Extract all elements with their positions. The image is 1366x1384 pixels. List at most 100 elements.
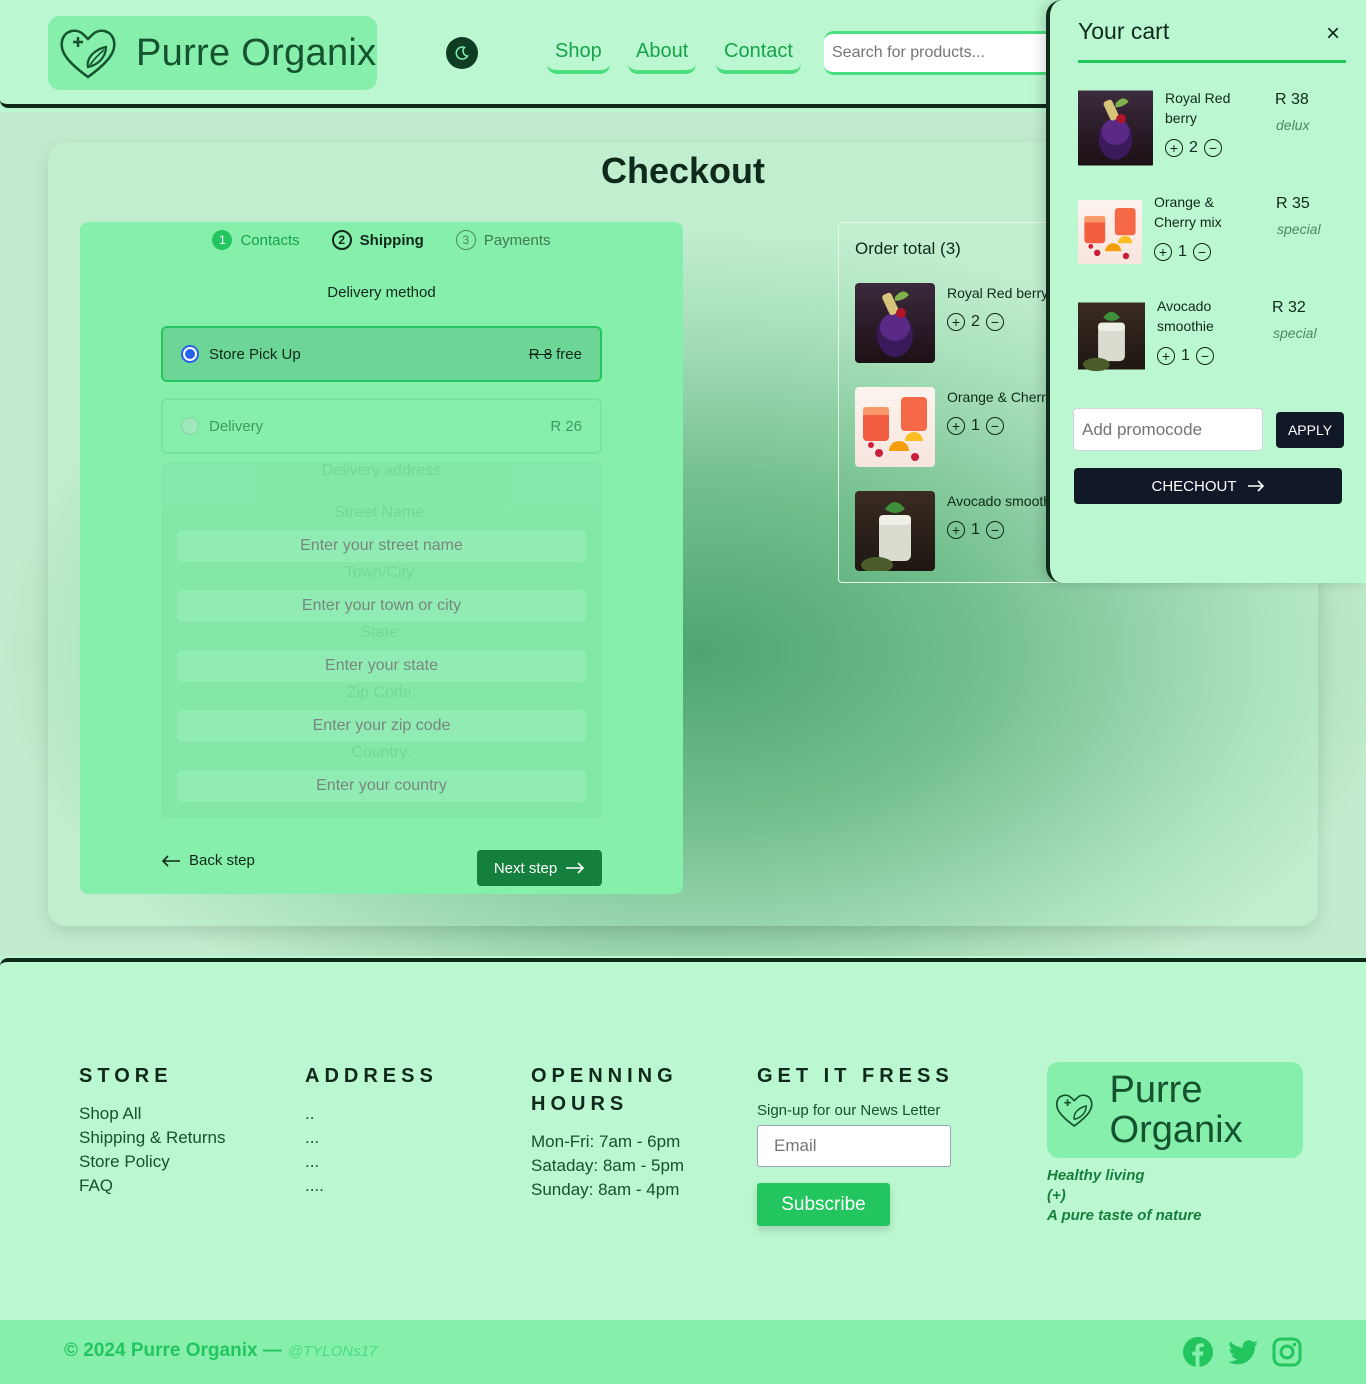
- cart-item-tag: delux: [1276, 117, 1310, 133]
- state-input[interactable]: [177, 650, 586, 682]
- quantity-value: 1: [971, 521, 980, 538]
- cart-item-name: Avocado smoothie: [1157, 298, 1214, 334]
- address-line: ...: [305, 1128, 320, 1147]
- moon-icon: [455, 46, 469, 60]
- footer-bottom-bar: © 2024 Purre Organix — @TYLONs17: [0, 1320, 1366, 1384]
- product-image: [855, 387, 935, 467]
- quantity-control: + 1 −: [1154, 243, 1211, 261]
- back-step-button[interactable]: Back step: [161, 852, 255, 869]
- twitter-icon[interactable]: [1227, 1336, 1259, 1368]
- arrow-right-icon: [566, 862, 585, 874]
- apply-promo-button[interactable]: APPLY: [1276, 412, 1344, 448]
- street-label: Street Name:: [334, 504, 429, 521]
- town-input[interactable]: [177, 590, 586, 622]
- plus-circle-icon[interactable]: +: [1157, 347, 1175, 365]
- cart-divider: [1078, 60, 1346, 63]
- subscribe-button[interactable]: Subscribe: [757, 1183, 890, 1226]
- plus-circle-icon[interactable]: +: [1154, 243, 1172, 261]
- step-shipping[interactable]: 2 Shipping: [331, 230, 424, 250]
- footer-store-column: STORE Shop All Shipping & Returns Store …: [79, 1062, 225, 1198]
- quantity-value: 1: [1181, 347, 1190, 364]
- heart-leaf-logo-icon: [60, 29, 116, 79]
- product-image: [855, 283, 935, 363]
- minus-circle-icon[interactable]: −: [1195, 347, 1214, 365]
- zip-input[interactable]: [177, 710, 586, 742]
- quantity-control: + 2 −: [1165, 139, 1222, 157]
- option-label: Delivery: [209, 417, 264, 435]
- nav-contact-link[interactable]: Contact: [716, 32, 801, 74]
- plus-circle-icon[interactable]: +: [947, 313, 965, 331]
- search-input[interactable]: [824, 31, 1064, 75]
- stepper: 1 Contacts 2 Shipping 3 Payments: [80, 230, 683, 250]
- footer-link-policy[interactable]: Store Policy: [79, 1150, 225, 1174]
- cart-item-tag: special: [1273, 325, 1317, 341]
- minus-circle-icon[interactable]: −: [1203, 139, 1222, 157]
- footer-brand-logo[interactable]: Purre Organix: [1047, 1062, 1303, 1158]
- theme-toggle-button[interactable]: [446, 37, 478, 69]
- cart-item: Royal Red berry + 2 − R 38 delux: [1078, 88, 1346, 168]
- footer-hours-column: OPENNING HOURS Mon-Fri: 7am - 6pm Satada…: [531, 1062, 701, 1202]
- plus-circle-icon[interactable]: +: [947, 521, 965, 539]
- minus-circle-icon[interactable]: −: [1192, 243, 1211, 261]
- footer-heading: ADDRESS: [305, 1065, 438, 1087]
- country-label: Country:: [351, 744, 412, 761]
- cart-item-name: Royal Red berry: [1165, 90, 1231, 126]
- product-image: [1078, 90, 1153, 166]
- checkout-form-panel: 1 Contacts 2 Shipping 3 Payments Deliver…: [80, 222, 683, 894]
- cart-item: Avocado smoothie + 1 − R 32 special: [1078, 296, 1346, 376]
- footer-brand-name: Purre Organix: [1109, 1069, 1243, 1151]
- cart-item-price: R 35: [1276, 195, 1310, 212]
- plus-circle-icon[interactable]: +: [1165, 139, 1183, 157]
- copyright: © 2024 Purre Organix — @TYLONs17: [64, 1340, 377, 1362]
- address-line: ...: [305, 1152, 320, 1171]
- footer-heading: STORE: [79, 1065, 173, 1087]
- facebook-icon[interactable]: [1182, 1336, 1214, 1368]
- minus-circle-icon[interactable]: −: [985, 521, 1004, 539]
- footer-link-shipping[interactable]: Shipping & Returns: [79, 1126, 225, 1150]
- back-step-label: Back step: [189, 852, 255, 869]
- minus-circle-icon[interactable]: −: [985, 417, 1004, 435]
- cart-item-price: R 38: [1275, 91, 1309, 108]
- radio-unselected[interactable]: [181, 417, 199, 435]
- minus-circle-icon[interactable]: −: [985, 313, 1004, 331]
- town-label: Town/City:: [344, 564, 419, 581]
- cart-item-price: R 32: [1272, 299, 1306, 316]
- footer-link-faq[interactable]: FAQ: [79, 1174, 225, 1198]
- arrow-left-icon: [161, 854, 180, 867]
- step-contacts[interactable]: 1 Contacts: [212, 230, 300, 250]
- plus-circle-icon[interactable]: +: [947, 417, 965, 435]
- old-price: R 8: [528, 345, 553, 363]
- footer-link-shop-all[interactable]: Shop All: [79, 1102, 225, 1126]
- step-number: 3: [455, 230, 476, 250]
- tagline-line: Healthy living: [1047, 1167, 1145, 1184]
- nav-about-link[interactable]: About: [628, 32, 697, 74]
- quantity-value: 1: [971, 417, 980, 434]
- next-step-label: Next step: [493, 859, 558, 877]
- footer-heading: GET IT FRESS: [757, 1065, 954, 1087]
- street-input[interactable]: [177, 530, 586, 562]
- close-icon[interactable]: ×: [1326, 20, 1340, 48]
- heart-leaf-logo-icon: [1055, 1094, 1093, 1127]
- state-label: State:: [360, 624, 403, 641]
- step-payments[interactable]: 3 Payments: [455, 230, 551, 250]
- instagram-icon[interactable]: [1271, 1336, 1303, 1368]
- copyright-text: © 2024 Purre Organix —: [64, 1340, 282, 1361]
- delivery-address-block: Delivery address Street Name: Town/City:…: [161, 462, 602, 818]
- country-input[interactable]: [177, 770, 586, 802]
- delivery-option[interactable]: Delivery R 26: [161, 398, 602, 454]
- hours-line: Sunday: 8am - 4pm: [531, 1180, 680, 1199]
- checkout-button[interactable]: CHECHOUT: [1074, 468, 1342, 504]
- cart-item-tag: special: [1277, 221, 1321, 237]
- arrow-right-icon: [1247, 480, 1264, 492]
- author-handle[interactable]: @TYLONs17: [288, 1343, 377, 1360]
- option-price: R 26: [550, 417, 582, 435]
- store-pickup-option[interactable]: Store Pick Up R 8 free: [161, 326, 602, 382]
- brand-logo-link[interactable]: Purre Organix: [48, 16, 377, 90]
- nav-shop-link[interactable]: Shop: [547, 32, 610, 74]
- radio-selected[interactable]: [181, 345, 199, 363]
- address-title: Delivery address: [321, 462, 442, 479]
- footer-address-column: ADDRESS .. ... ... ....: [305, 1062, 438, 1198]
- promocode-input[interactable]: [1073, 408, 1263, 451]
- next-step-button[interactable]: Next step: [477, 850, 602, 886]
- newsletter-email-input[interactable]: [757, 1125, 951, 1167]
